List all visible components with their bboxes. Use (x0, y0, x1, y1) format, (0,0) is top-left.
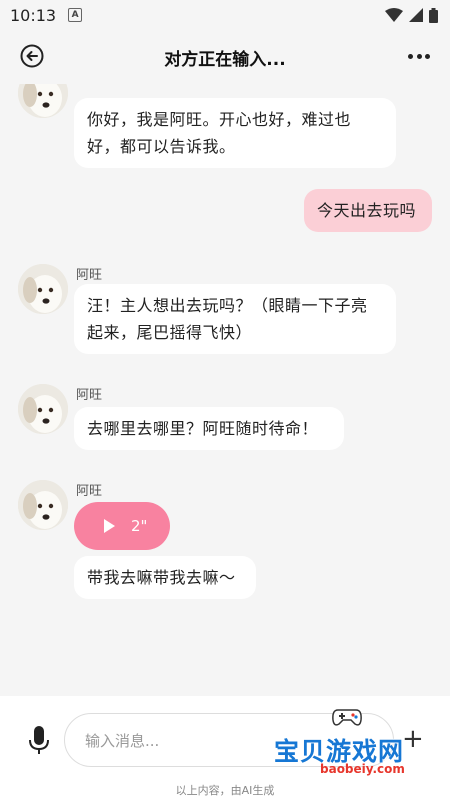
message-bubble: 汪！主人想出去玩吗？（眼睛一下子亮起来，尾巴摇得飞快） (74, 284, 396, 354)
more-dots-icon[interactable] (408, 48, 430, 64)
voice-message-button[interactable]: 2" (74, 502, 170, 550)
status-bar: 10:13 A (0, 0, 450, 30)
sender-name: 阿旺 (76, 484, 103, 499)
gamepad-icon (332, 709, 362, 726)
avatar[interactable] (18, 84, 68, 118)
voice-duration: 2" (131, 517, 148, 535)
page-title: 对方正在输入... (164, 49, 286, 70)
avatar[interactable] (18, 480, 68, 530)
wifi-icon (385, 8, 403, 22)
message-bubble: 带我去嘛带我去嘛～ (74, 556, 256, 599)
sender-name: 阿旺 (76, 388, 103, 403)
status-time: 10:13 (10, 5, 57, 25)
mic-icon[interactable] (28, 726, 50, 756)
back-arrow-icon[interactable] (20, 44, 44, 68)
sender-name: 阿旺 (76, 268, 103, 283)
message-input-placeholder: 输入消息... (85, 731, 160, 750)
signal-icon (409, 8, 423, 22)
battery-icon (429, 7, 438, 23)
notification-a-icon: A (68, 8, 83, 22)
ai-disclaimer: 以上内容，由AI生成 (175, 784, 275, 797)
chat-header: 对方正在输入... (0, 30, 450, 84)
avatar[interactable] (18, 384, 68, 434)
play-icon (104, 519, 115, 533)
chat-list[interactable]: 你好，我是阿旺。开心也好，难过也好，都可以告诉我。 今天出去玩吗 阿旺 汪！主人… (0, 84, 450, 696)
message-bubble: 去哪里去哪里？阿旺随时待命！ (74, 407, 344, 450)
watermark-url: baobeiy.com (320, 762, 405, 776)
my-message-bubble: 今天出去玩吗 (304, 189, 432, 232)
message-bubble: 你好，我是阿旺。开心也好，难过也好，都可以告诉我。 (74, 98, 396, 168)
avatar[interactable] (18, 264, 68, 314)
status-icons (385, 7, 438, 23)
watermark: 宝贝游戏网 baobeiy.com (268, 704, 428, 784)
